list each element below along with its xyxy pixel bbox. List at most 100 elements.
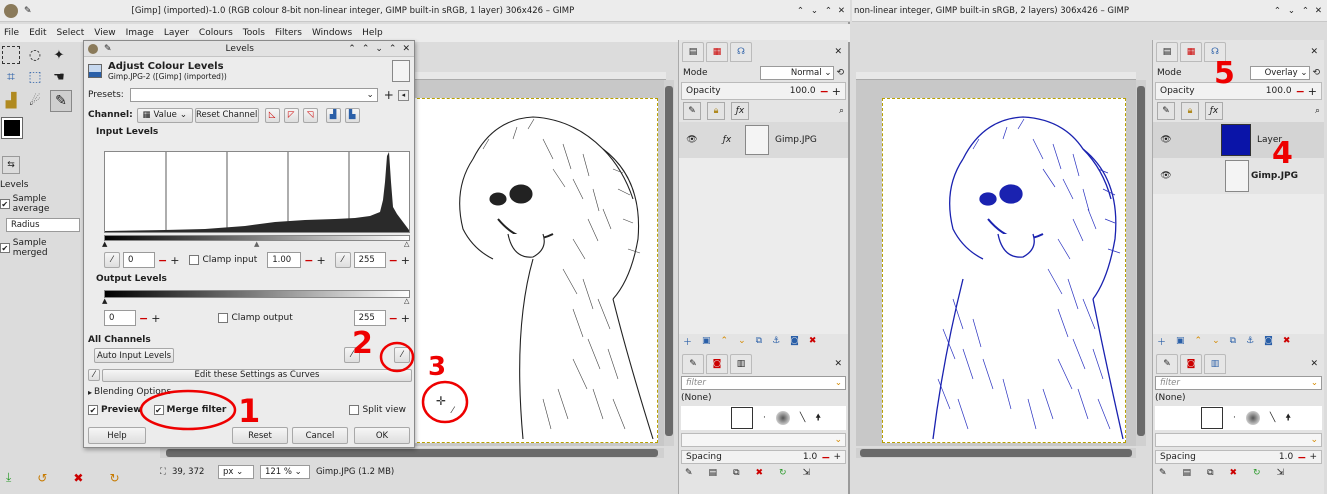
channels-tab-icon[interactable]: ▦	[706, 42, 728, 62]
window-minimize-icon[interactable]: ⌄	[811, 6, 818, 16]
reset-channel-button[interactable]: Reset Channel	[194, 107, 259, 123]
right-delete-layer-icon[interactable]: ✖	[1283, 336, 1291, 346]
right-vertical-scrollbar[interactable]	[1136, 80, 1146, 446]
perceptual-histogram-icon[interactable]: ◸	[283, 107, 299, 123]
right-dock2-close-icon[interactable]: ✕	[1310, 359, 1318, 369]
bucket-fill-tool-icon[interactable]: ▟	[2, 92, 20, 110]
brush-pixel[interactable]	[731, 407, 753, 429]
gradients-tab-icon[interactable]: ▥	[730, 354, 752, 374]
right-lower-layer-icon[interactable]: ⌄	[1212, 336, 1220, 346]
zoom-select[interactable]: 121 % ⌄	[259, 465, 310, 479]
input-gamma-slider[interactable]: ▲	[254, 240, 259, 248]
left-horizontal-scrollbar[interactable]	[160, 448, 664, 458]
right-mask-layer-icon[interactable]: ◙	[1264, 336, 1273, 346]
right-gradients-tab-icon[interactable]: ▥	[1204, 354, 1226, 374]
menu-item-layer[interactable]: Layer	[164, 28, 189, 38]
layer-name[interactable]: Gimp.JPG	[775, 135, 817, 145]
opacity-value[interactable]: 100.0	[790, 86, 816, 96]
layer-visibility-icon[interactable]: 👁︎	[683, 135, 701, 145]
right-delete-brush-icon[interactable]: ✖	[1230, 468, 1238, 478]
linear-scale-icon[interactable]: ▟	[325, 107, 341, 123]
help-button[interactable]: Help	[88, 427, 146, 444]
preset-menu-icon[interactable]: ◂	[397, 89, 409, 101]
right-filter-dropdown-icon[interactable]: ⌄	[1311, 378, 1318, 388]
right-edit-brush-icon[interactable]: ✎	[1159, 468, 1167, 478]
right-image-canvas[interactable]	[882, 98, 1126, 443]
ok-button[interactable]: OK	[354, 427, 410, 444]
right-window-collapse-icon[interactable]: ⌃	[1274, 6, 1281, 16]
menu-item-file[interactable]: File	[4, 28, 19, 38]
delete-preset-icon[interactable]: ✖	[73, 471, 83, 485]
lock-pixels-icon[interactable]: ✎	[683, 102, 701, 120]
output-gradient-bar[interactable]	[104, 290, 410, 298]
menu-item-tools[interactable]: Tools	[243, 28, 265, 38]
right-anchor-layer-icon[interactable]: ⚓︎	[1246, 336, 1254, 346]
input-low-field[interactable]: 0	[123, 252, 155, 268]
right-new-group-icon[interactable]: ▣	[1176, 336, 1185, 346]
patterns-tab-icon[interactable]: ◙	[706, 354, 728, 374]
right-spacing-value[interactable]: 1.0	[1279, 452, 1293, 462]
output-low-decrease[interactable]: −	[139, 312, 148, 325]
window-close-icon[interactable]: ✕	[838, 6, 845, 16]
output-black-slider[interactable]: ▲	[102, 297, 107, 305]
smudge-tool-icon[interactable]: ☄	[26, 92, 44, 110]
brush-arrow[interactable]: 🠝	[815, 410, 821, 426]
dialog-minimize-icon[interactable]: ⌄	[375, 44, 383, 54]
warp-tool-icon[interactable]: ☚	[50, 68, 68, 86]
right-mode-select[interactable]: Overlay ⌄	[1250, 66, 1311, 80]
raise-layer-icon[interactable]: ⌃	[721, 336, 729, 346]
right-spacing-increase[interactable]: +	[1309, 452, 1317, 462]
right-dock-close-icon[interactable]: ✕	[1310, 47, 1318, 57]
new-brush-icon[interactable]: ▤	[709, 468, 718, 478]
filter-dropdown-icon[interactable]: ⌄	[835, 378, 842, 388]
brush-line[interactable]: ╲	[800, 413, 805, 423]
right-layer-row-1[interactable]: 👁︎ Layer	[1153, 122, 1324, 158]
input-black-slider[interactable]: ▲	[102, 240, 107, 248]
channel-select[interactable]: ▦ Value ⌄	[136, 107, 193, 123]
blending-options-label[interactable]: Blending Options	[94, 387, 171, 397]
output-high-field[interactable]: 255	[353, 310, 386, 326]
clamp-output-checkbox[interactable]	[218, 313, 229, 323]
mode-select[interactable]: Normal ⌄	[760, 66, 835, 80]
right-brush-filter-input[interactable]: filter ⌄	[1155, 376, 1322, 390]
delete-layer-icon[interactable]: ✖	[809, 336, 817, 346]
layer-effects-icon[interactable]: ƒx	[713, 135, 741, 145]
spacing-increase[interactable]: +	[833, 452, 841, 462]
brush-dot[interactable]: ·	[763, 413, 766, 423]
right-horizontal-scrollbar[interactable]	[856, 448, 1136, 458]
right-brush-set-dropdown-icon[interactable]: ⌄	[1310, 435, 1318, 445]
sample-average-checkbox[interactable]: ✔	[0, 199, 10, 209]
right-opacity-increase[interactable]: +	[1308, 85, 1317, 98]
log-histogram-icon[interactable]: ◹	[302, 107, 318, 123]
auto-input-levels-button[interactable]: Auto Input Levels	[94, 348, 174, 363]
menu-item-colours[interactable]: Colours	[199, 28, 233, 38]
split-view-checkbox[interactable]	[349, 405, 360, 415]
right-layers-tab-icon[interactable]: ▤	[1156, 42, 1178, 62]
reset-options-icon[interactable]: ↻	[109, 471, 119, 485]
menu-item-edit[interactable]: Edit	[29, 28, 46, 38]
gamma-field[interactable]: 1.00	[267, 252, 302, 268]
right-layer-row-2[interactable]: 👁︎ Gimp.JPG	[1153, 158, 1324, 194]
right-opacity-value[interactable]: 100.0	[1266, 86, 1292, 96]
cancel-button[interactable]: Cancel	[292, 427, 348, 444]
menu-item-windows[interactable]: Windows	[312, 28, 352, 38]
right-new-brush-icon[interactable]: ▤	[1183, 468, 1192, 478]
gamma-increase[interactable]: +	[316, 254, 325, 267]
brush-set-dropdown-icon[interactable]: ⌄	[834, 435, 842, 445]
right-brush-grid[interactable]: · ╲ 🠝	[1155, 406, 1322, 430]
paintbrush-tool-icon[interactable]: ✎	[50, 90, 72, 112]
dialog-maximize-icon[interactable]: ⌃	[389, 44, 397, 54]
input-high-increase[interactable]: +	[401, 254, 410, 267]
menu-item-select[interactable]: Select	[57, 28, 85, 38]
output-high-increase[interactable]: +	[401, 312, 410, 325]
transform-tool-icon[interactable]: ⬚	[26, 68, 44, 86]
pin-icon[interactable]: ✎	[24, 6, 32, 16]
right-window-maximize-icon[interactable]: ⌃	[1302, 6, 1309, 16]
output-low-increase[interactable]: +	[151, 312, 160, 325]
refresh-brush-icon[interactable]: ↻	[779, 468, 787, 478]
merge-filter-checkbox[interactable]: ✔	[153, 405, 164, 415]
layer-row[interactable]: 👁︎ ƒx Gimp.JPG	[679, 122, 848, 158]
output-low-field[interactable]: 0	[104, 310, 136, 326]
right-new-layer-icon[interactable]: ＋	[1157, 335, 1166, 348]
input-low-decrease[interactable]: −	[158, 254, 167, 267]
